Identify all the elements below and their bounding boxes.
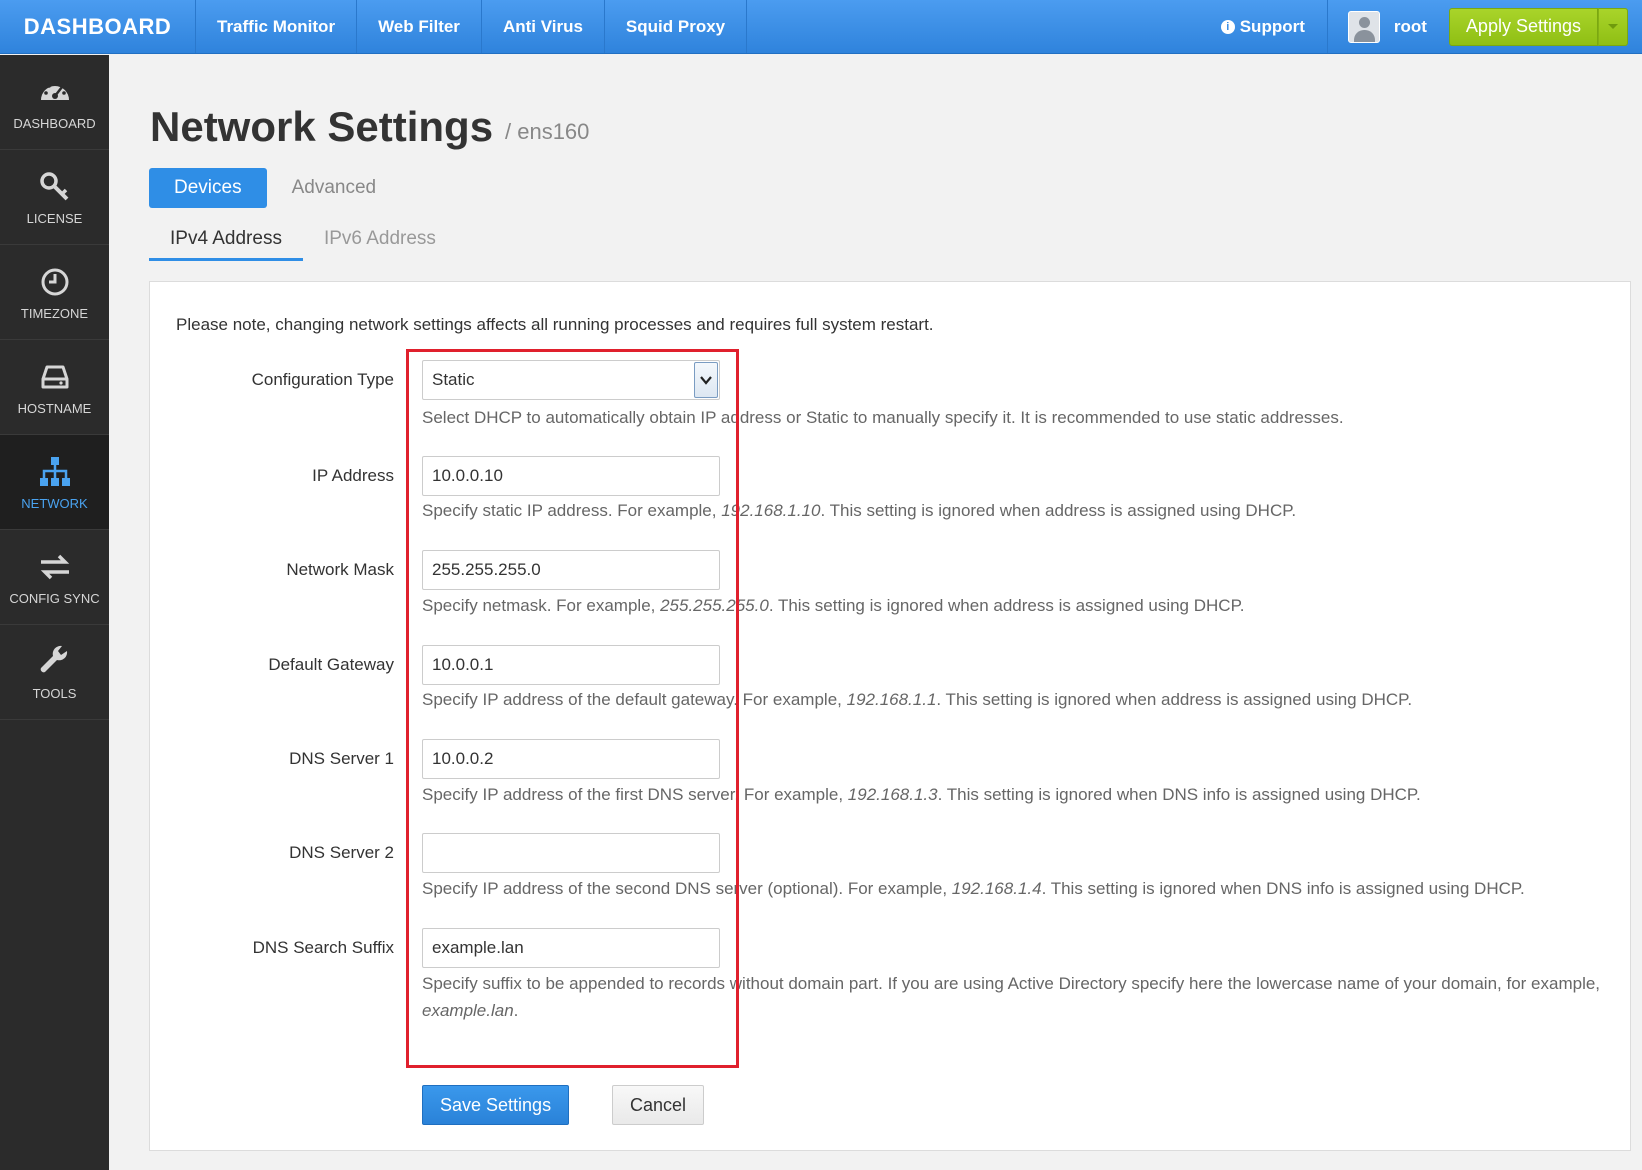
network-mask-input[interactable] <box>422 550 720 590</box>
network-icon <box>39 456 70 486</box>
main-content: Network Settings / ens160 Devices Advanc… <box>109 55 1642 1170</box>
nav-web-filter[interactable]: Web Filter <box>357 0 482 53</box>
page-title: Network Settings <box>150 103 494 150</box>
restart-note: Please note, changing network settings a… <box>176 315 934 334</box>
dns-search-suffix-help: Specify suffix to be appended to records… <box>422 974 1601 1020</box>
sidebar-item-config-sync[interactable]: CONFIG SYNC <box>0 530 109 625</box>
ip-address-input[interactable] <box>422 456 720 496</box>
sidebar-item-network[interactable]: NETWORK <box>0 435 109 530</box>
page-subtitle: / ens160 <box>505 119 590 144</box>
tab-ipv4-address[interactable]: IPv4 Address <box>149 228 303 261</box>
tab-ipv6-address[interactable]: IPv6 Address <box>303 228 457 261</box>
chevron-down-icon <box>700 376 712 385</box>
save-settings-button[interactable]: Save Settings <box>422 1085 570 1125</box>
sidebar-item-dashboard[interactable]: DASHBOARD <box>0 55 109 150</box>
sidebar-label-dashboard: DASHBOARD <box>13 115 96 131</box>
sidebar-item-timezone[interactable]: TIMEZONE <box>0 245 109 340</box>
sidebar-item-license[interactable]: LICENSE <box>0 150 109 245</box>
default-gateway-help: Specify IP address of the default gatewa… <box>422 690 1413 709</box>
sidebar-label-timezone: TIMEZONE <box>20 305 89 321</box>
drive-icon <box>41 365 68 388</box>
sidebar-label-license: LICENSE <box>26 210 83 226</box>
config-type-help: Select DHCP to automatically obtain IP a… <box>422 408 1344 427</box>
chevron-down-icon <box>1608 24 1618 29</box>
network-mask-help: Specify netmask. For example, 255.255.25… <box>422 596 1245 615</box>
sync-icon <box>40 554 69 579</box>
sidebar-item-hostname[interactable]: HOSTNAME <box>0 340 109 435</box>
sidebar-label-tools: TOOLS <box>32 685 77 701</box>
ip-address-help: Specify static IP address. For example, … <box>422 501 1297 520</box>
username: root <box>1393 16 1427 36</box>
tab-devices[interactable]: Devices <box>149 168 267 208</box>
support-label: Support <box>1239 16 1305 36</box>
support-link[interactable]: i Support <box>1199 0 1327 53</box>
wrench-icon <box>40 645 67 672</box>
network-mask-label: Network Mask <box>286 560 394 579</box>
dns-search-suffix-input[interactable] <box>422 928 720 968</box>
nav-traffic-monitor[interactable]: Traffic Monitor <box>196 0 358 53</box>
select-dropdown-button[interactable] <box>694 362 718 398</box>
nav-squid-proxy[interactable]: Squid Proxy <box>605 0 748 53</box>
dns-search-suffix-label: DNS Search Suffix <box>252 938 394 957</box>
ip-address-label: IP Address <box>312 466 394 485</box>
secondary-tabs: IPv4 Address IPv6 Address <box>149 228 1642 261</box>
dns-server-2-input[interactable] <box>422 833 720 873</box>
default-gateway-input[interactable] <box>422 645 720 685</box>
primary-tabs: Devices Advanced <box>149 168 401 208</box>
nav-anti-virus[interactable]: Anti Virus <box>482 0 605 53</box>
key-icon <box>39 171 68 200</box>
config-type-value: Static <box>432 370 475 389</box>
dns-server-1-input[interactable] <box>422 739 720 779</box>
brand-logo[interactable]: DASHBOARD <box>0 0 196 53</box>
dns-server-1-help: Specify IP address of the first DNS serv… <box>422 785 1421 804</box>
dns-server-2-help: Specify IP address of the second DNS ser… <box>422 879 1525 898</box>
dashboard-icon <box>40 81 69 100</box>
config-type-label: Configuration Type <box>251 370 394 389</box>
apply-settings-group: Apply Settings <box>1448 0 1628 53</box>
sidebar-label-network: NETWORK <box>21 495 88 511</box>
sidebar-label-config-sync: CONFIG SYNC <box>9 590 100 606</box>
sidebar: DASHBOARD LICENSE TIMEZONE HOSTNAME NETW… <box>0 55 109 1170</box>
dns-server-1-label: DNS Server 1 <box>289 749 394 768</box>
user-menu[interactable]: root <box>1326 0 1449 53</box>
top-navbar: DASHBOARD Traffic Monitor Web Filter Ant… <box>0 0 1642 54</box>
default-gateway-label: Default Gateway <box>268 655 394 674</box>
info-icon: i <box>1220 19 1235 34</box>
tab-advanced[interactable]: Advanced <box>267 168 402 208</box>
config-type-select[interactable]: Static <box>422 360 720 400</box>
sidebar-label-hostname: HOSTNAME <box>17 400 92 416</box>
avatar <box>1347 10 1380 43</box>
apply-dropdown-toggle[interactable] <box>1598 7 1628 46</box>
settings-panel: Please note, changing network settings a… <box>149 281 1631 1151</box>
cancel-button[interactable]: Cancel <box>612 1085 705 1125</box>
dns-server-2-label: DNS Server 2 <box>289 843 394 862</box>
clock-icon <box>41 268 68 295</box>
apply-settings-button[interactable]: Apply Settings <box>1448 7 1598 46</box>
sidebar-item-tools[interactable]: TOOLS <box>0 625 109 720</box>
